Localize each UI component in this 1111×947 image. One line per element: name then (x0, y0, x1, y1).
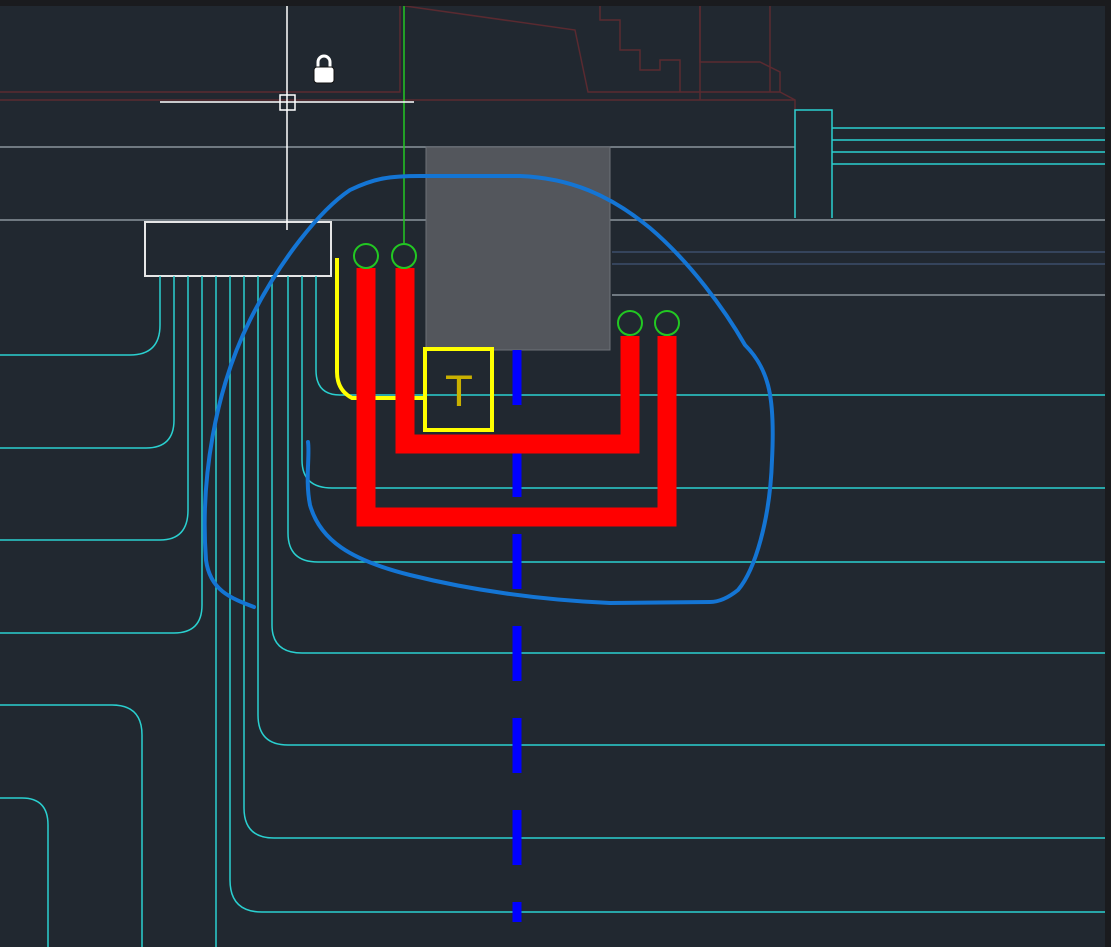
lock-icon (313, 54, 335, 84)
green-circle-2 (391, 243, 417, 269)
green-circle-1 (353, 243, 379, 269)
white-equipment-rectangle[interactable] (144, 221, 332, 277)
tag-box[interactable]: T (423, 347, 494, 432)
tag-label: T (445, 367, 472, 416)
cad-drawing-canvas[interactable]: T (0, 0, 1111, 947)
green-circle-3 (617, 310, 643, 336)
green-circle-4 (654, 310, 680, 336)
cyan-structure-top-right (794, 109, 1105, 218)
cad-drawing-svg[interactable]: T (0, 6, 1105, 947)
building-outline (0, 6, 796, 218)
cyan-conduits (0, 276, 1105, 947)
crosshair-icon (160, 6, 414, 230)
